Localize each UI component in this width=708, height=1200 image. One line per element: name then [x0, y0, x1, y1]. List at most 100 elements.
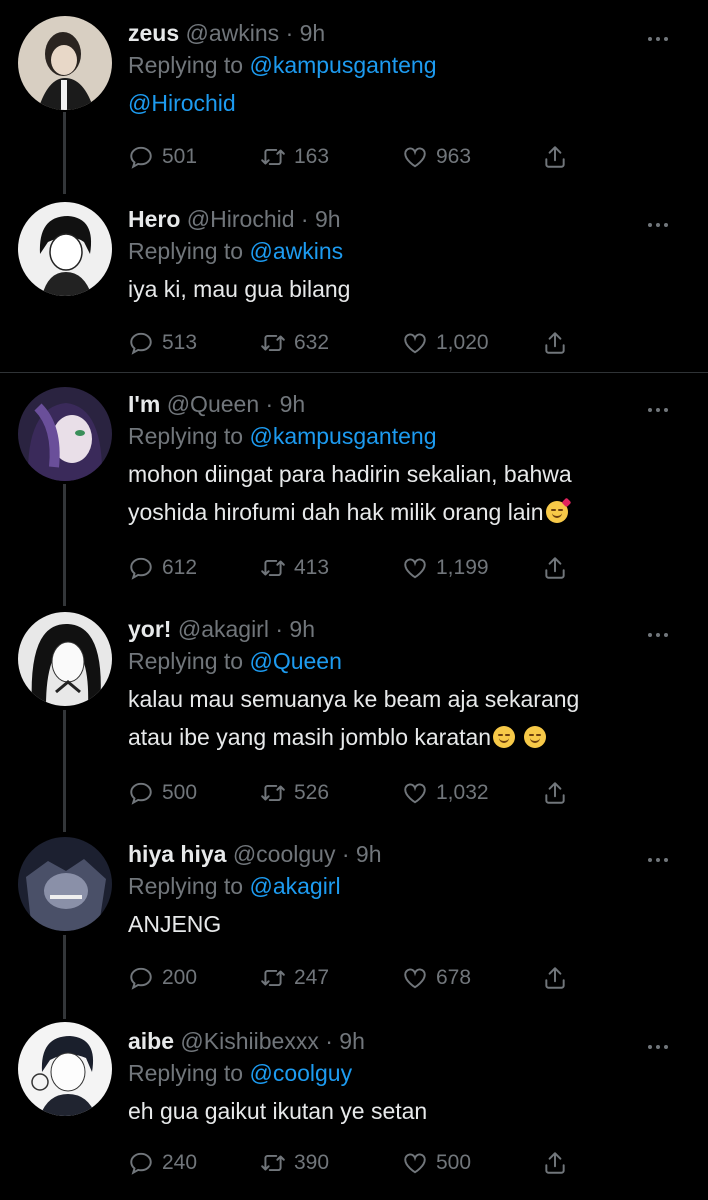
reply-button[interactable]: 500: [128, 778, 197, 808]
replying-label: Replying to: [128, 238, 244, 264]
more-icon[interactable]: [646, 214, 670, 227]
separator: ·: [341, 841, 350, 867]
handle[interactable]: @coolguy: [233, 841, 336, 867]
share-button[interactable]: [542, 963, 576, 993]
tweet[interactable]: Hero @Hirochid · 9h Replying to @awkins …: [0, 190, 708, 372]
like-count: 1,199: [436, 556, 489, 579]
more-icon[interactable]: [646, 624, 670, 637]
tweet[interactable]: zeus @awkins · 9h Replying to @kampusgan…: [0, 0, 708, 190]
like-button[interactable]: 678: [402, 963, 471, 993]
share-button[interactable]: [542, 142, 576, 172]
reply-button[interactable]: 612: [128, 553, 197, 583]
tweet[interactable]: I'm @Queen · 9h Replying to @kampusgante…: [0, 373, 708, 598]
share-button[interactable]: [542, 328, 576, 358]
timestamp[interactable]: 9h: [339, 1028, 365, 1054]
share-button[interactable]: [542, 778, 576, 808]
handle[interactable]: @akagirl: [178, 616, 269, 642]
avatar[interactable]: [18, 837, 112, 931]
retweet-icon: [260, 965, 286, 991]
tweet[interactable]: aibe @Kishiibexxx · 9h Replying to @cool…: [0, 1010, 708, 1200]
retweet-button[interactable]: 526: [260, 778, 329, 808]
display-name[interactable]: zeus: [128, 20, 179, 46]
tweet[interactable]: hiya hiya @coolguy · 9h Replying to @aka…: [0, 823, 708, 1010]
like-button[interactable]: 963: [402, 142, 471, 172]
mention-link[interactable]: @kampusganteng: [249, 423, 436, 449]
retweet-icon: [260, 1150, 286, 1176]
timestamp[interactable]: 9h: [356, 841, 382, 867]
tweet-text: ANJENG: [128, 911, 222, 937]
like-count: 500: [436, 1151, 472, 1174]
reply-button[interactable]: 513: [128, 328, 197, 358]
replying-label: Replying to: [128, 423, 244, 449]
reply-button[interactable]: 501: [128, 142, 197, 172]
display-name[interactable]: aibe: [128, 1028, 174, 1054]
avatar[interactable]: [18, 387, 112, 481]
timestamp[interactable]: 9h: [300, 20, 326, 46]
replying-label: Replying to: [128, 648, 244, 674]
avatar[interactable]: [18, 16, 112, 110]
reply-button[interactable]: 240: [128, 1148, 197, 1178]
timestamp[interactable]: 9h: [315, 206, 341, 232]
avatar[interactable]: [18, 1022, 112, 1116]
share-icon: [542, 780, 568, 806]
tweet-text-line: yoshida hirofumi dah hak milik orang lai…: [128, 499, 544, 525]
heart-icon: [402, 780, 428, 806]
separator: ·: [265, 391, 274, 417]
more-icon[interactable]: [646, 849, 670, 862]
replying-to: Replying to @akagirl: [128, 871, 668, 901]
replying-to: Replying to @Queen: [128, 646, 668, 676]
tweet-text: eh gua gaikut ikutan ye setan: [128, 1098, 428, 1124]
retweet-button[interactable]: 413: [260, 553, 329, 583]
retweet-count: 247: [294, 966, 330, 989]
display-name[interactable]: I'm: [128, 391, 160, 417]
reply-button[interactable]: 200: [128, 963, 197, 993]
avatar[interactable]: [18, 612, 112, 706]
mention-link[interactable]: @akagirl: [249, 873, 340, 899]
replying-label: Replying to: [128, 52, 244, 78]
like-button[interactable]: 1,020: [402, 328, 489, 358]
mention-link[interactable]: @Queen: [249, 648, 341, 674]
mention-link[interactable]: @kampusganteng: [249, 52, 436, 78]
reply-icon: [128, 1150, 154, 1176]
like-count: 678: [436, 966, 472, 989]
tweet-text: @Hirochid: [128, 84, 668, 122]
more-icon[interactable]: [646, 399, 670, 412]
like-button[interactable]: 500: [402, 1148, 471, 1178]
reply-count: 240: [162, 1151, 198, 1174]
mention-link[interactable]: @Hirochid: [128, 90, 236, 116]
mention-link[interactable]: @awkins: [249, 238, 343, 264]
display-name[interactable]: yor!: [128, 616, 171, 642]
handle[interactable]: @Queen: [167, 391, 259, 417]
retweet-button[interactable]: 632: [260, 328, 329, 358]
share-button[interactable]: [542, 553, 576, 583]
more-icon[interactable]: [646, 28, 670, 41]
share-icon: [542, 330, 568, 356]
retweet-icon: [260, 330, 286, 356]
replying-to: Replying to @kampusganteng: [128, 50, 668, 80]
relieved-face-icon: [493, 726, 516, 748]
handle[interactable]: @awkins: [186, 20, 280, 46]
retweet-button[interactable]: 247: [260, 963, 329, 993]
retweet-button[interactable]: 163: [260, 142, 329, 172]
handle[interactable]: @Hirochid: [187, 206, 295, 232]
share-icon: [542, 965, 568, 991]
share-icon: [542, 1150, 568, 1176]
tweet-text: mohon diingat para hadirin sekalian, bah…: [128, 455, 668, 531]
like-button[interactable]: 1,032: [402, 778, 489, 808]
more-icon[interactable]: [646, 1036, 670, 1049]
share-button[interactable]: [542, 1148, 576, 1178]
mention-link[interactable]: @coolguy: [249, 1060, 352, 1086]
retweet-button[interactable]: 390: [260, 1148, 329, 1178]
tweet[interactable]: yor! @akagirl · 9h Replying to @Queen ka…: [0, 598, 708, 823]
display-name[interactable]: Hero: [128, 206, 180, 232]
reply-count: 500: [162, 781, 198, 804]
timestamp[interactable]: 9h: [289, 616, 315, 642]
display-name[interactable]: hiya hiya: [128, 841, 226, 867]
like-button[interactable]: 1,199: [402, 553, 489, 583]
separator: ·: [300, 206, 309, 232]
handle[interactable]: @Kishiibexxx: [180, 1028, 318, 1054]
avatar[interactable]: [18, 202, 112, 296]
timestamp[interactable]: 9h: [280, 391, 306, 417]
retweet-icon: [260, 144, 286, 170]
relieved-face-icon: [523, 726, 546, 748]
